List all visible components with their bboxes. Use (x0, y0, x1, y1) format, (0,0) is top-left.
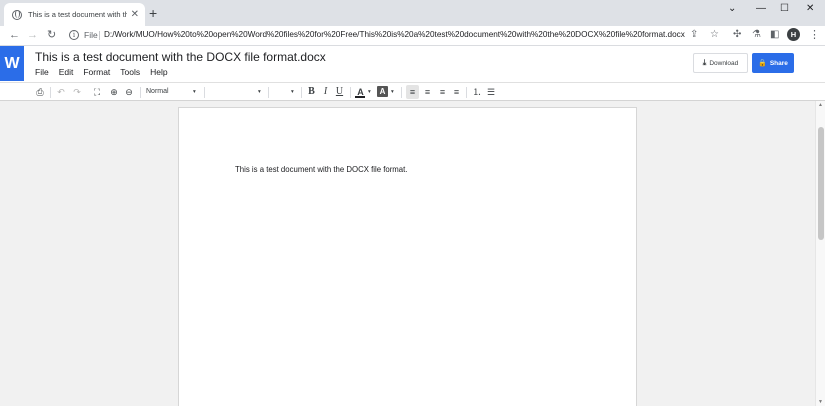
zoom-out-icon[interactable]: ⊖ (123, 85, 135, 99)
share-label: Share (769, 59, 788, 67)
toolbar-separator (350, 87, 351, 98)
menu-bar: File Edit Format Tools Help (35, 67, 168, 77)
vertical-scrollbar[interactable]: ▲ ▼ (815, 101, 825, 406)
url-separator (99, 31, 100, 40)
menu-format[interactable]: Format (83, 67, 110, 77)
toolbar-separator (301, 87, 302, 98)
share-button[interactable]: 🔒 Share (752, 53, 794, 73)
numbered-list-icon[interactable]: ⒈ (471, 85, 483, 99)
bold-button[interactable]: B (306, 85, 317, 99)
fit-page-icon[interactable]: ⛶ (91, 85, 103, 99)
text-color-swatch (355, 96, 365, 98)
browser-tab[interactable]: This is a test document with the DOCX fi… (4, 3, 145, 26)
document-body-text[interactable]: This is a test document with the DOCX fi… (235, 165, 407, 174)
paragraph-style-dropdown[interactable]: Normal (146, 85, 196, 99)
download-label: Download (709, 59, 739, 67)
menu-tools[interactable]: Tools (120, 67, 140, 77)
redo-icon[interactable]: ↷ (71, 85, 83, 99)
flask-icon[interactable]: ⚗ (752, 29, 761, 41)
new-tab-button[interactable]: + (149, 6, 157, 20)
editor-toolbar: ⎙ ↶ ↷ ⛶ ⊕ ⊖ Normal ▾ ▾ ▾ B I U A ▾ A ▾ ≡… (0, 82, 825, 101)
browser-toolbar: ← → ↻ i File D:/Work/MUO/How%20to%20open… (0, 26, 825, 46)
toolbar-separator (140, 87, 141, 98)
browser-tab-strip: This is a test document with the DOCX fi… (0, 0, 825, 26)
menu-edit[interactable]: Edit (59, 67, 74, 77)
chevron-down-icon: ▾ (193, 89, 196, 95)
globe-icon (12, 9, 22, 20)
reload-button[interactable]: ↻ (47, 28, 56, 42)
document-page[interactable]: This is a test document with the DOCX fi… (178, 107, 637, 406)
chevron-down-icon: ▾ (391, 89, 394, 95)
chevron-down-icon: ▾ (291, 89, 294, 95)
profile-avatar[interactable]: H (787, 28, 800, 41)
bulleted-list-icon[interactable]: ☰ (485, 85, 497, 99)
chevron-down-icon: ▾ (368, 89, 371, 95)
window-close-button[interactable]: ✕ (806, 3, 814, 15)
toolbar-separator (466, 87, 467, 98)
url-scheme-label: File (84, 30, 98, 40)
address-bar-url[interactable]: D:/Work/MUO/How%20to%20open%20Word%20fil… (104, 30, 685, 39)
toolbar-separator (204, 87, 205, 98)
toolbar-separator (50, 87, 51, 98)
document-canvas: This is a test document with the DOCX fi… (0, 101, 825, 406)
forward-button[interactable]: → (27, 28, 38, 42)
justify-button[interactable]: ≡ (450, 85, 463, 99)
tab-title: This is a test document with the DOCX fi… (28, 10, 127, 19)
chevron-down-icon: ▾ (258, 89, 261, 95)
share-page-icon[interactable]: ⇪ (690, 29, 698, 41)
align-right-button[interactable]: ≡ (436, 85, 449, 99)
zoom-in-icon[interactable]: ⊕ (108, 85, 120, 99)
download-button[interactable]: ⤓ Download (693, 53, 748, 73)
scroll-up-icon[interactable]: ▲ (818, 102, 823, 108)
toolbar-separator (401, 87, 402, 98)
side-panel-icon[interactable]: ◧ (770, 29, 779, 41)
tab-close-icon[interactable]: ✕ (131, 9, 139, 20)
toolbar-separator (268, 87, 269, 98)
app-logo: W (0, 46, 24, 81)
document-title[interactable]: This is a test document with the DOCX fi… (35, 50, 326, 64)
download-icon: ⤓ (702, 58, 707, 67)
italic-button[interactable]: I (320, 85, 331, 99)
lock-icon: 🔒 (758, 60, 767, 67)
menu-help[interactable]: Help (150, 67, 167, 77)
minimize-button[interactable]: — (756, 3, 766, 15)
align-left-button[interactable]: ≡ (406, 85, 419, 99)
scroll-down-icon[interactable]: ▼ (818, 399, 823, 405)
print-icon[interactable]: ⎙ (34, 85, 46, 99)
site-info-icon[interactable]: i (69, 30, 79, 40)
scrollbar-thumb[interactable] (818, 127, 824, 240)
align-center-button[interactable]: ≡ (421, 85, 434, 99)
back-button[interactable]: ← (9, 28, 20, 42)
underline-button[interactable]: U (334, 85, 345, 99)
maximize-button[interactable]: ☐ (780, 3, 789, 15)
font-family-dropdown[interactable] (208, 85, 263, 99)
highlight-color-button[interactable]: A (377, 86, 388, 97)
app-header: W This is a test document with the DOCX … (0, 46, 825, 82)
undo-icon[interactable]: ↶ (55, 85, 67, 99)
extensions-icon[interactable]: ✣ (733, 29, 741, 41)
browser-menu-icon[interactable]: ⋮ (809, 28, 820, 42)
tab-search-chevron-icon[interactable]: ⌄ (728, 3, 736, 15)
bookmark-star-icon[interactable]: ☆ (710, 29, 719, 41)
menu-file[interactable]: File (35, 67, 49, 77)
